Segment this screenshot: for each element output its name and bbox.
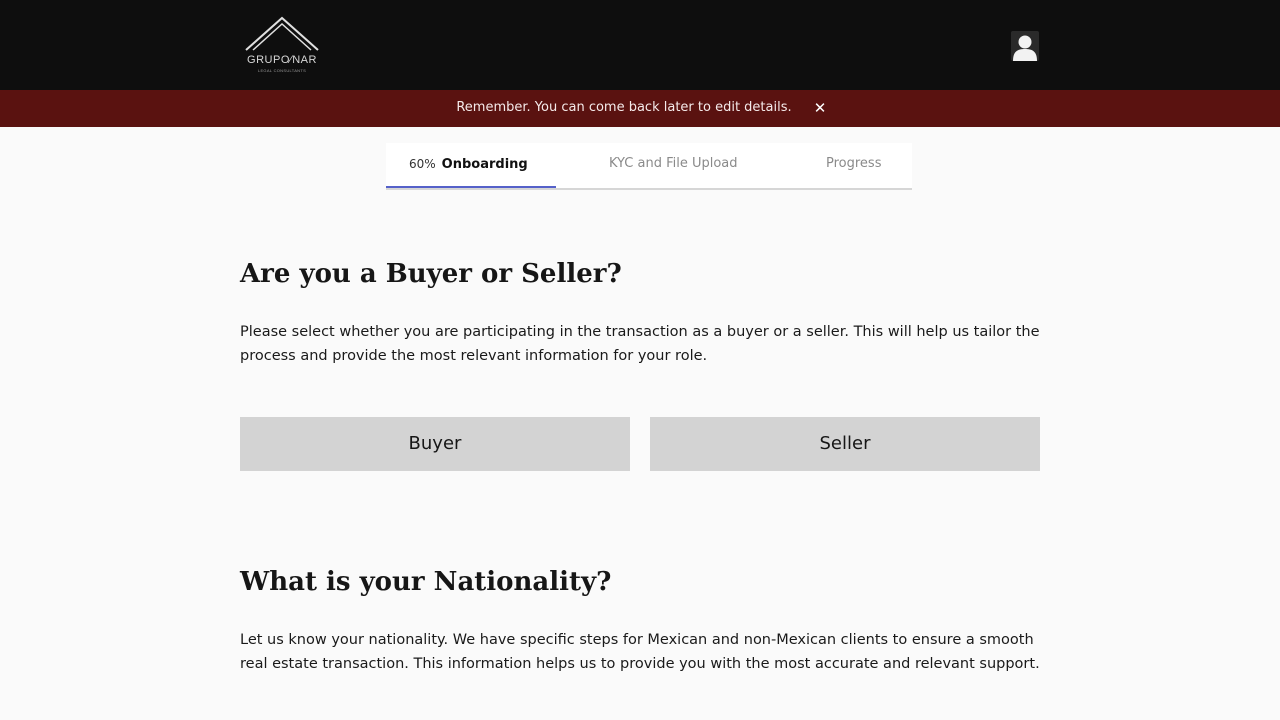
tab-onboarding[interactable]: 60% Onboarding [409,143,528,188]
tab-progress[interactable]: Progress [826,143,881,188]
reminder-banner: Remember. You can come back later to edi… [0,90,1280,127]
banner-message: Remember. You can come back later to edi… [456,100,792,115]
logo-text: GRUPO⁄NAR [247,54,317,66]
role-section-title: Are you a Buyer or Seller? [240,259,622,289]
role-section-description: Please select whether you are participat… [240,324,1040,364]
company-logo[interactable]: GRUPO⁄NAR LEGAL CONSULTANTS [242,16,322,76]
tab-kyc-label: KYC and File Upload [609,156,738,171]
logo-subtext: LEGAL CONSULTANTS [257,68,307,73]
active-tab-indicator [386,186,556,188]
tab-progress-label: Progress [826,156,882,171]
top-navigation-bar: GRUPO⁄NAR LEGAL CONSULTANTS [0,0,1280,90]
user-silhouette-icon [1013,35,1037,61]
seller-button[interactable]: Seller [650,417,1040,471]
user-avatar-button[interactable] [1011,31,1039,61]
progress-percent: 60% [409,157,436,171]
tab-onboarding-label: Onboarding [441,157,528,172]
onboarding-tabs: 60% Onboarding KYC and File Upload Progre… [386,143,912,190]
roof-logo-icon [245,16,319,51]
buyer-button[interactable]: Buyer [240,417,630,471]
nationality-section-title: What is your Nationality? [240,567,612,597]
nationality-section-description: Let us know your nationality. We have sp… [240,632,1040,672]
tab-kyc-file-upload[interactable]: KYC and File Upload [609,143,738,188]
close-icon[interactable]: ✕ [811,99,829,117]
